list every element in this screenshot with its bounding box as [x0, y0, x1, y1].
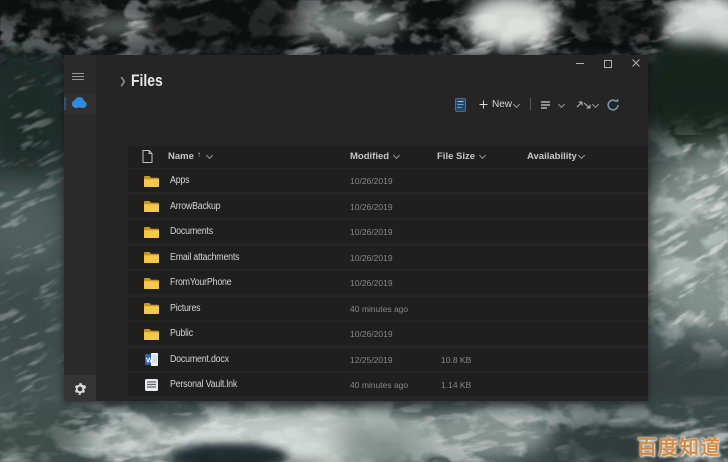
svg-text:W: W [146, 358, 153, 365]
